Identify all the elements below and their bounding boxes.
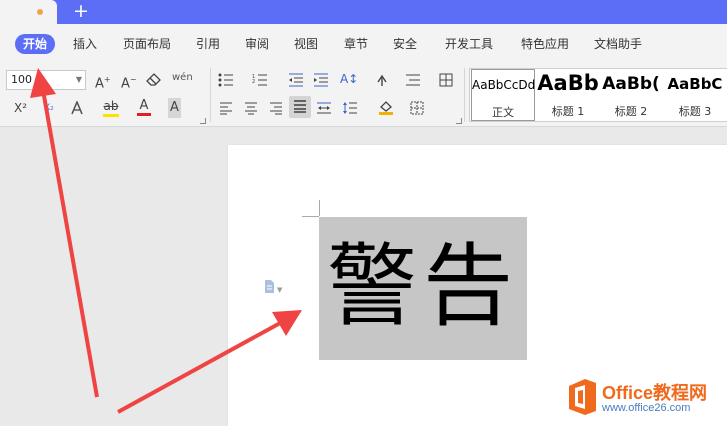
margin-corner-mark <box>302 216 319 217</box>
menu-chapter[interactable]: 章节 <box>344 35 368 53</box>
font-size-input[interactable]: 100 ▼ <box>6 70 86 90</box>
arrow-to-font-size <box>41 89 99 398</box>
justify-icon[interactable] <box>289 96 311 118</box>
margin-corner-mark <box>319 200 320 216</box>
outdent-icon[interactable] <box>288 70 304 90</box>
menu-developer[interactable]: 开发工具 <box>445 35 493 53</box>
menu-home[interactable]: 开始 <box>15 34 56 54</box>
selected-text-highlight[interactable]: 警告 <box>319 217 527 360</box>
indent-icon[interactable] <box>313 70 329 90</box>
style-heading-2[interactable]: AaBb( 标题 2 <box>600 69 662 121</box>
plus-icon[interactable]: + <box>72 0 90 24</box>
office-logo-icon <box>569 379 596 415</box>
tab-bar: + <box>0 0 727 24</box>
document-icon[interactable]: ▼ <box>264 280 282 297</box>
menu-references[interactable]: 引用 <box>196 35 220 53</box>
paragraph-dialog-launcher-icon[interactable] <box>456 118 462 124</box>
pinyin-icon[interactable]: wén <box>172 68 193 88</box>
chevron-down-icon[interactable]: ▼ <box>277 286 282 294</box>
group-separator <box>210 68 211 122</box>
show-marks-icon[interactable] <box>375 70 389 90</box>
line-spacing-icon[interactable] <box>342 98 358 118</box>
group-separator <box>464 68 465 122</box>
style-label: 正文 <box>492 106 514 119</box>
table-icon[interactable] <box>439 70 453 90</box>
watermark-url: www.office26.com <box>602 402 691 414</box>
style-normal[interactable]: AaBbCcDd 正文 <box>471 69 535 121</box>
menu-page-layout[interactable]: 页面布局 <box>123 35 171 53</box>
menu-bar: 开始 插入 页面布局 引用 审阅 视图 章节 安全 开发工具 特色应用 文档助手 <box>0 24 727 64</box>
bullets-icon[interactable] <box>218 70 234 90</box>
align-left-icon[interactable] <box>219 98 233 118</box>
style-label: 标题 1 <box>551 105 585 118</box>
style-gallery: AaBbCcDd 正文 AaBb 标题 1 AaBb( 标题 2 AaBbC 标… <box>469 68 727 122</box>
menu-review[interactable]: 审阅 <box>245 35 269 53</box>
svg-text:2: 2 <box>252 79 255 85</box>
ribbon-toolbar: 100 ▼ A+ A− wén X² X₂ ab A A 12 A↕ AaBbC… <box>0 64 727 127</box>
char-shading-icon[interactable]: A <box>168 98 181 118</box>
menu-insert[interactable]: 插入 <box>73 35 97 53</box>
style-sample: AaBbC <box>667 75 723 93</box>
sort-icon[interactable]: A↕ <box>340 69 358 89</box>
highlight-icon[interactable]: ab <box>103 96 119 117</box>
style-sample: AaBb <box>537 71 599 95</box>
document-text[interactable]: 警告 <box>319 217 527 360</box>
distribute-icon[interactable] <box>316 98 332 118</box>
style-heading-1[interactable]: AaBb 标题 1 <box>536 69 600 121</box>
style-heading-3[interactable]: AaBbC 标题 3 <box>662 69 727 121</box>
style-label: 标题 3 <box>678 105 712 118</box>
menu-security[interactable]: 安全 <box>393 35 417 53</box>
chevron-down-icon[interactable]: ▼ <box>76 71 82 89</box>
style-sample: AaBb( <box>602 74 660 94</box>
style-sample: AaBbCcDd <box>472 78 536 92</box>
text-effect-icon[interactable] <box>70 98 84 118</box>
clear-format-icon[interactable] <box>146 70 162 90</box>
font-color-icon[interactable]: A <box>137 96 151 116</box>
unsaved-dot-icon <box>37 9 43 15</box>
menu-special[interactable]: 特色应用 <box>521 35 569 53</box>
subscript-button[interactable]: X₂ <box>44 98 54 118</box>
font-shrink-icon[interactable]: A− <box>121 70 137 91</box>
shading-icon[interactable] <box>378 97 394 117</box>
document-tab[interactable] <box>0 0 57 24</box>
font-dialog-launcher-icon[interactable] <box>200 118 206 124</box>
font-grow-icon[interactable]: A+ <box>95 70 111 91</box>
superscript-button[interactable]: X² <box>14 98 27 118</box>
multilevel-list-icon[interactable] <box>405 70 421 90</box>
align-right-icon[interactable] <box>269 98 283 118</box>
align-center-icon[interactable] <box>244 98 258 118</box>
menu-view[interactable]: 视图 <box>294 35 318 53</box>
style-label: 标题 2 <box>614 105 648 118</box>
numbering-icon[interactable]: 12 <box>252 70 268 90</box>
menu-doc-assistant[interactable]: 文档助手 <box>594 35 642 53</box>
font-size-value: 100 <box>11 73 32 86</box>
borders-icon[interactable] <box>410 98 424 118</box>
